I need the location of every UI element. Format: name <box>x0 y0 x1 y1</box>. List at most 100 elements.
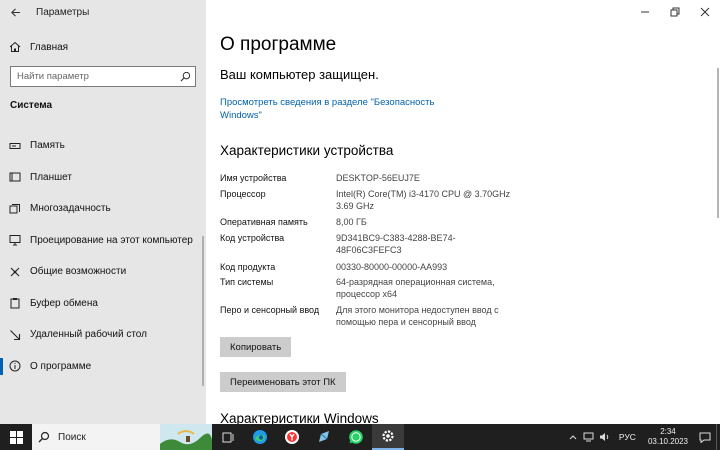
spec-label: Перо и сенсорный ввод <box>220 305 320 315</box>
taskbar-yandex[interactable] <box>276 424 308 450</box>
spec-value: Intel(R) Core(TM) i3-4170 CPU @ 3.70GHz … <box>336 189 511 211</box>
sidebar-item-label: Общие возможности <box>30 266 127 278</box>
pen-app-icon <box>319 431 329 442</box>
storage-icon <box>0 140 30 152</box>
title-bar: Параметры <box>0 0 206 24</box>
spec-value: DESKTOP-56EUJ7E <box>336 173 420 183</box>
whatsapp-icon <box>349 430 363 444</box>
clock-date: 03.10.2023 <box>647 437 688 446</box>
back-button[interactable] <box>0 0 30 24</box>
sidebar-item-label: Буфер обмена <box>30 297 98 309</box>
search-box[interactable] <box>10 66 196 87</box>
spec-row: Перо и сенсорный ввод Для этого монитора… <box>220 304 511 328</box>
restore-icon <box>670 7 680 17</box>
spec-value: 9D341BC9-C383-4288-BE74-48F06C3FEFC3 <box>336 233 456 255</box>
home-icon <box>0 41 30 53</box>
windows-logo-icon <box>9 430 23 444</box>
spec-label: Код продукта <box>220 262 276 272</box>
speaker-icon <box>600 433 609 441</box>
sidebar-item-storage[interactable]: Память <box>0 130 206 162</box>
sidebar-item-home[interactable]: Главная <box>0 38 206 56</box>
taskbar-whatsapp[interactable] <box>340 424 372 450</box>
start-button[interactable] <box>0 424 32 450</box>
spec-row: Оперативная память 8,00 ГБ <box>220 216 511 228</box>
tablet-icon <box>0 171 30 183</box>
spec-row: Процессор Intel(R) Core(TM) i3-4170 CPU … <box>220 188 511 212</box>
minimize-icon <box>641 11 649 13</box>
minimize-button[interactable] <box>630 0 660 24</box>
taskbar-search[interactable]: Поиск <box>32 424 212 450</box>
main-content: О программе Ваш компьютер защищен. Просм… <box>206 0 720 424</box>
info-icon <box>0 360 30 372</box>
spec-label: Процессор <box>220 189 266 199</box>
windows-specs-heading: Характеристики Windows <box>220 411 379 424</box>
spec-row: Тип системы 64-разрядная операционная си… <box>220 276 511 300</box>
network-icon <box>583 432 594 442</box>
sidebar-item-label: Удаленный рабочий стол <box>30 329 147 341</box>
spec-label: Тип системы <box>220 277 274 287</box>
sidebar-item-label: О программе <box>30 360 92 372</box>
task-view-button[interactable] <box>212 424 244 450</box>
spec-value: 8,00 ГБ <box>336 217 367 227</box>
spec-value: Для этого монитора недоступен ввод с пом… <box>336 305 499 327</box>
edge-icon <box>253 430 267 444</box>
sidebar-item-about[interactable]: О программе <box>0 351 206 383</box>
rename-pc-button[interactable]: Переименовать этот ПК <box>220 372 346 392</box>
close-button[interactable] <box>690 0 720 24</box>
tray-volume[interactable] <box>597 424 613 450</box>
show-desktop-button[interactable] <box>716 424 720 450</box>
multitasking-icon <box>0 203 30 215</box>
back-arrow-icon <box>10 7 20 17</box>
spec-label: Код устройства <box>220 233 285 243</box>
section-heading: Система <box>10 100 53 111</box>
gear-icon <box>382 430 394 442</box>
chevron-up-icon <box>569 435 577 440</box>
sidebar-item-clipboard[interactable]: Буфер обмена <box>0 288 206 320</box>
maximize-button[interactable] <box>660 0 690 24</box>
sidebar-item-label: Планшет <box>30 171 72 183</box>
clock-time: 2:34 <box>660 427 676 436</box>
spec-row: Имя устройства DESKTOP-56EUJ7E <box>220 172 511 184</box>
taskbar-settings[interactable] <box>372 424 404 450</box>
device-specs-heading: Характеристики устройства <box>220 143 394 158</box>
notification-center-button[interactable] <box>694 424 716 450</box>
search-highlight-image <box>160 424 212 450</box>
shared-experiences-icon <box>0 266 30 278</box>
security-details-link[interactable]: Просмотреть сведения в разделе "Безопасн… <box>220 96 440 122</box>
sidebar: Параметры Главная Система Память Планшет <box>0 0 206 424</box>
search-icon <box>38 431 50 443</box>
language-indicator[interactable]: РУС <box>613 432 642 442</box>
taskbar-notepad[interactable] <box>308 424 340 450</box>
search-icon[interactable] <box>180 71 191 82</box>
tray-overflow-button[interactable] <box>565 424 581 450</box>
window-controls <box>630 0 720 24</box>
spec-value: 64-разрядная операционная система, проце… <box>336 277 495 299</box>
sidebar-item-projecting[interactable]: Проецирование на этот компьютер <box>0 225 206 257</box>
remote-desktop-icon <box>0 329 30 341</box>
system-tray: РУС 2:34 03.10.2023 <box>565 424 720 450</box>
app-title: Параметры <box>36 6 90 18</box>
sidebar-item-shared-experiences[interactable]: Общие возможности <box>0 256 206 288</box>
sidebar-item-tablet[interactable]: Планшет <box>0 162 206 194</box>
sidebar-item-label: Память <box>30 140 65 152</box>
tray-network[interactable] <box>581 424 597 450</box>
sidebar-item-remote-desktop[interactable]: Удаленный рабочий стол <box>0 319 206 351</box>
spec-label: Оперативная память <box>220 217 308 227</box>
spec-value: 00330-80000-00000-AA993 <box>336 262 448 272</box>
spec-row: Код устройства 9D341BC9-C383-4288-BE74-4… <box>220 232 511 256</box>
notification-icon <box>699 432 711 443</box>
taskbar-edge[interactable] <box>244 424 276 450</box>
spec-label: Имя устройства <box>220 173 287 183</box>
search-input[interactable] <box>17 71 180 82</box>
clock[interactable]: 2:34 03.10.2023 <box>642 427 694 447</box>
sidebar-item-label: Главная <box>30 41 69 53</box>
close-icon <box>700 7 710 17</box>
copy-button[interactable]: Копировать <box>220 337 292 357</box>
main-scrollbar[interactable] <box>717 68 719 218</box>
spec-row: Код продукта 00330-80000-00000-AA993 <box>220 261 511 273</box>
projecting-icon <box>0 234 30 246</box>
page-title: О программе <box>220 34 337 55</box>
sidebar-scrollbar[interactable] <box>202 236 204 386</box>
sidebar-item-multitasking[interactable]: Многозадачность <box>0 193 206 225</box>
taskbar: Поиск РУС 2:34 03.10.2023 <box>0 424 720 450</box>
